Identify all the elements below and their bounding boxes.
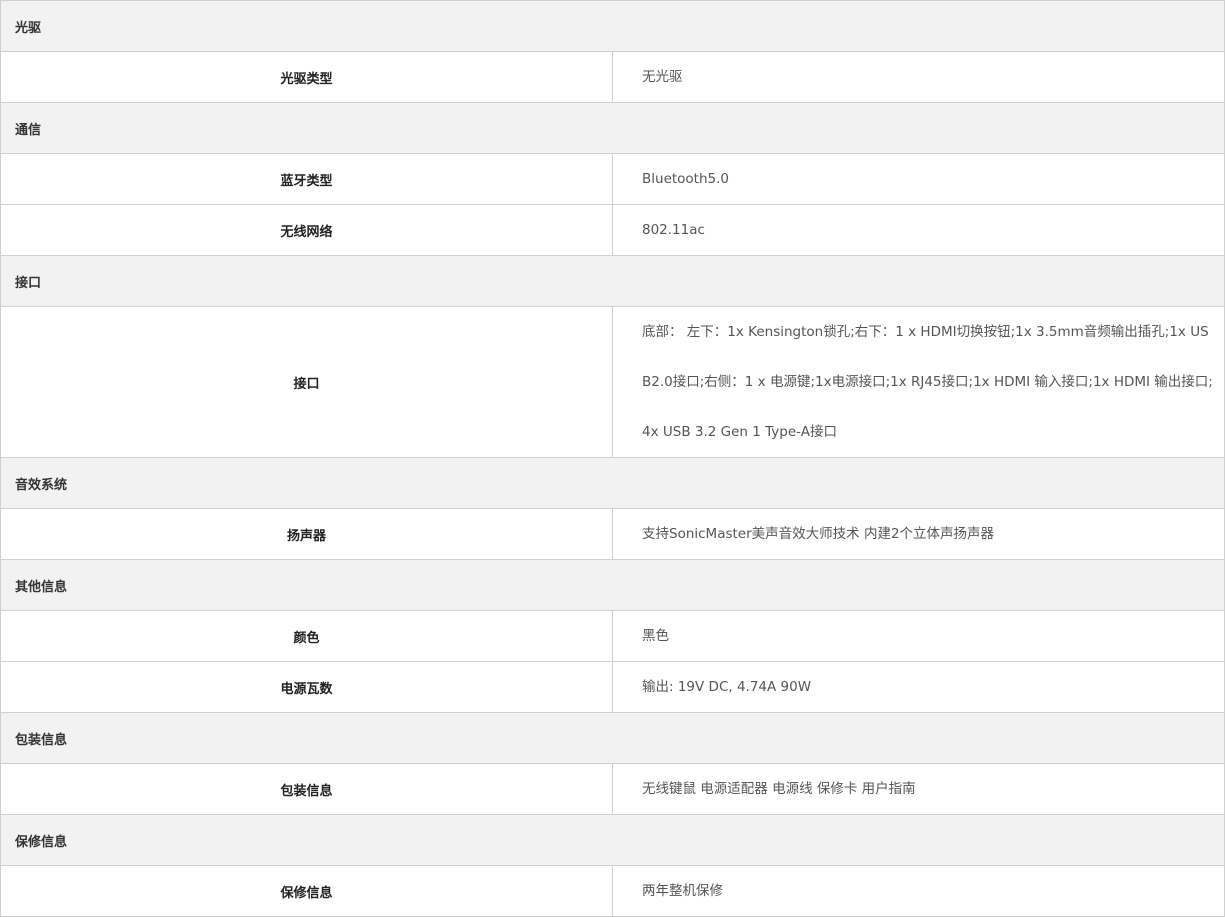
spec-row-ports: 接口 底部： 左下：1x Kensington锁孔;右下：1 x HDMI切换按… (0, 306, 1225, 458)
spec-value: 802.11ac (612, 204, 1225, 256)
section-header-warranty-info: 保修信息 (0, 814, 1225, 866)
spec-value: 支持SonicMaster美声音效大师技术 内建2个立体声扬声器 (612, 508, 1225, 560)
spec-label: 包装信息 (0, 763, 613, 815)
spec-label: 光驱类型 (0, 51, 613, 103)
section-header-ports: 接口 (0, 255, 1225, 307)
section-title: 音效系统 (0, 457, 1225, 509)
spec-row-warranty: 保修信息 两年整机保修 (0, 865, 1225, 917)
spec-row-color: 颜色 黑色 (0, 610, 1225, 662)
spec-label: 保修信息 (0, 865, 613, 917)
section-title: 接口 (0, 255, 1225, 307)
spec-label: 电源瓦数 (0, 661, 613, 713)
spec-label: 扬声器 (0, 508, 613, 560)
spec-value: 黑色 (612, 610, 1225, 662)
spec-row-wireless-network: 无线网络 802.11ac (0, 204, 1225, 256)
section-title: 其他信息 (0, 559, 1225, 611)
spec-value: 底部： 左下：1x Kensington锁孔;右下：1 x HDMI切换按钮;1… (612, 306, 1225, 458)
spec-label: 接口 (0, 306, 613, 458)
section-title: 光驱 (0, 0, 1225, 52)
section-header-other-info: 其他信息 (0, 559, 1225, 611)
section-title: 通信 (0, 102, 1225, 154)
spec-label: 颜色 (0, 610, 613, 662)
spec-label: 蓝牙类型 (0, 153, 613, 205)
spec-row-package-contents: 包装信息 无线键鼠 电源适配器 电源线 保修卡 用户指南 (0, 763, 1225, 815)
section-title: 保修信息 (0, 814, 1225, 866)
section-header-package-info: 包装信息 (0, 712, 1225, 764)
spec-row-speakers: 扬声器 支持SonicMaster美声音效大师技术 内建2个立体声扬声器 (0, 508, 1225, 560)
spec-value: 无光驱 (612, 51, 1225, 103)
spec-row-power-wattage: 电源瓦数 输出: 19V DC, 4.74A 90W (0, 661, 1225, 713)
section-title: 包装信息 (0, 712, 1225, 764)
spec-value: 两年整机保修 (612, 865, 1225, 917)
spec-row-bluetooth-type: 蓝牙类型 Bluetooth5.0 (0, 153, 1225, 205)
section-header-optical-drive: 光驱 (0, 0, 1225, 52)
section-header-audio-system: 音效系统 (0, 457, 1225, 509)
spec-value: 输出: 19V DC, 4.74A 90W (612, 661, 1225, 713)
spec-value: Bluetooth5.0 (612, 153, 1225, 205)
spec-row-optical-drive-type: 光驱类型 无光驱 (0, 51, 1225, 103)
spec-table: 光驱 光驱类型 无光驱 通信 蓝牙类型 Bluetooth5.0 无线网络 80… (0, 0, 1225, 917)
section-header-communication: 通信 (0, 102, 1225, 154)
spec-label: 无线网络 (0, 204, 613, 256)
spec-value: 无线键鼠 电源适配器 电源线 保修卡 用户指南 (612, 763, 1225, 815)
